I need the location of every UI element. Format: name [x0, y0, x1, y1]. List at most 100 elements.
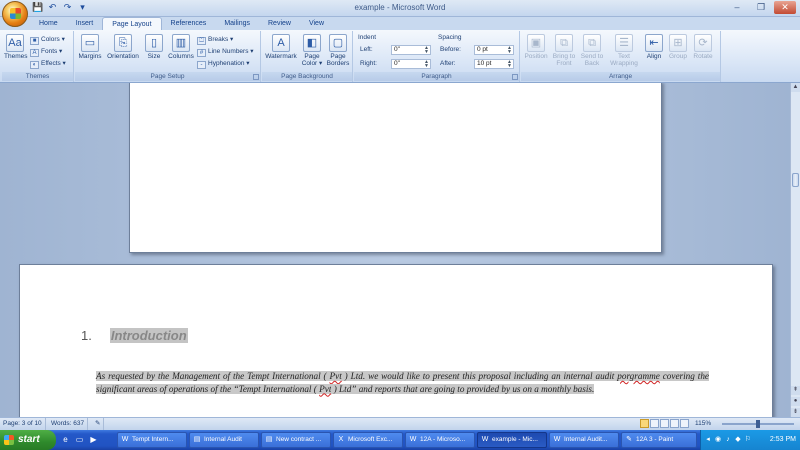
full-screen-reading-icon[interactable] [650, 419, 659, 428]
misspelled-word[interactable]: porgramme [617, 371, 660, 381]
rotate-button[interactable]: ⟳ Rotate [691, 34, 715, 60]
indent-left-input[interactable]: 0" ▲ ▼ [391, 45, 431, 55]
prev-page-icon[interactable]: ⇞ [791, 386, 800, 395]
network-icon[interactable]: ◉ [714, 435, 722, 444]
colors-button[interactable]: ■ Colors ▾ [30, 34, 65, 45]
word-count[interactable]: Words: 637 [48, 418, 89, 430]
taskbar-item[interactable]: ▤ New contract ... [261, 432, 331, 448]
document-area[interactable]: 1. Introduction As requested by the Mana… [0, 83, 790, 417]
fonts-button[interactable]: A Fonts ▾ [30, 46, 62, 57]
spin-arrows-icon[interactable]: ▲ ▼ [506, 60, 513, 69]
language-icon[interactable]: ⚐ [744, 435, 752, 444]
tab-review[interactable]: Review [259, 17, 300, 30]
watermark-button[interactable]: A Watermark [264, 34, 298, 60]
proofing-icon[interactable]: ✎ [92, 418, 105, 430]
folder-icon: ▤ [193, 436, 201, 443]
paragraph-launcher[interactable] [512, 74, 518, 80]
heading-text[interactable]: Introduction [109, 328, 188, 343]
taskbar-item-active[interactable]: Wexample - Mic... [477, 432, 547, 448]
tab-view[interactable]: View [300, 17, 333, 30]
ie-icon[interactable]: e [60, 434, 71, 445]
hyphenation-icon: - [197, 61, 206, 69]
taskbar-item-label: 12A 3 - Paint [636, 436, 674, 443]
draft-icon[interactable] [680, 419, 689, 428]
page-count[interactable]: Page: 3 of 10 [0, 418, 46, 430]
outline-icon[interactable] [670, 419, 679, 428]
page-current[interactable]: 1. Introduction As requested by the Mana… [19, 264, 773, 417]
show-desktop-icon[interactable]: ▭ [74, 434, 85, 445]
tab-home[interactable]: Home [30, 17, 67, 30]
spin-arrows-icon[interactable]: ▲ ▼ [423, 60, 430, 69]
print-layout-icon[interactable] [640, 419, 649, 428]
taskbar: start e ▭ ▶ W Tempt Intern... ▤ Internal A… [0, 430, 800, 450]
page-background-group-label: Page Background [262, 72, 352, 81]
columns-icon: ▥ [172, 34, 190, 52]
themes-button[interactable]: Aa Themes [4, 34, 27, 60]
page-background-group: A Watermark ◧ Page Color ▾ ▢ Page Borders P… [262, 31, 353, 82]
web-layout-icon[interactable] [660, 419, 669, 428]
page-previous[interactable] [129, 83, 662, 253]
spacing-after-value: 10 pt [477, 60, 492, 67]
misspelled-word[interactable]: Pvt [319, 383, 332, 394]
taskbar-item[interactable]: W Tempt Intern... [117, 432, 187, 448]
group-button[interactable]: ⊞ Group [667, 34, 689, 60]
columns-button[interactable]: ▥ Columns [167, 34, 195, 60]
spacing-after-input[interactable]: 10 pt ▲ ▼ [474, 59, 514, 69]
taskbar-item[interactable]: ✎ 12A 3 - Paint [621, 432, 697, 448]
taskbar-item[interactable]: W 12A - Microso... [405, 432, 475, 448]
position-button[interactable]: ▣ Position [523, 34, 549, 60]
tray-icon[interactable]: ◂ [704, 435, 712, 444]
tab-mailings[interactable]: Mailings [215, 17, 259, 30]
indent-right-input[interactable]: 0" ▲ ▼ [391, 59, 431, 69]
send-to-back-button[interactable]: ⧉ Send to Back [579, 34, 605, 67]
line-numbers-button[interactable]: # Line Numbers ▾ [197, 46, 254, 57]
start-button[interactable]: start [0, 430, 56, 450]
tab-insert[interactable]: Insert [67, 17, 103, 30]
spin-arrows-icon[interactable]: ▲ ▼ [423, 46, 430, 55]
misspelled-word[interactable]: Pvt [329, 371, 342, 381]
zoom-slider-thumb[interactable] [756, 420, 760, 428]
breaks-button[interactable]: ⏍ Breaks ▾ [197, 34, 233, 45]
zoom-level[interactable]: 115% [695, 418, 711, 430]
margins-button[interactable]: ▭ Margins [78, 34, 102, 60]
spin-arrows-icon[interactable]: ▲ ▼ [506, 46, 513, 55]
taskbar-item[interactable]: ▤ Internal Audit [189, 432, 259, 448]
restore-button[interactable]: ❐ [750, 1, 772, 14]
page-borders-button[interactable]: ▢ Page Borders [325, 34, 351, 67]
watermark-icon: A [272, 34, 290, 52]
body-paragraph[interactable]: As requested by the Management of the Te… [96, 370, 709, 395]
size-button[interactable]: ▯ Size [144, 34, 164, 60]
windows-flag-icon [4, 435, 14, 445]
next-page-icon[interactable]: ⇟ [791, 408, 800, 417]
effects-button[interactable]: ◐ Effects ▾ [30, 58, 66, 69]
close-button[interactable]: ✕ [774, 1, 796, 14]
section-heading[interactable]: 1. Introduction [81, 328, 188, 343]
send-to-back-icon: ⧉ [583, 34, 601, 52]
scroll-thumb[interactable] [792, 173, 799, 187]
text-wrapping-button[interactable]: ☰ Text Wrapping [609, 34, 639, 67]
taskbar-item[interactable]: W Internal Audit... [549, 432, 619, 448]
office-button[interactable] [2, 1, 28, 27]
tab-references[interactable]: References [162, 17, 216, 30]
spacing-before-value: 0 pt [477, 46, 488, 53]
indent-right-label: Right: [360, 60, 377, 67]
scroll-up-icon[interactable]: ▲ [791, 83, 800, 92]
minimize-button[interactable]: – [726, 1, 748, 14]
volume-icon[interactable]: ♪ [724, 435, 732, 444]
antivirus-icon[interactable]: ◆ [734, 435, 742, 444]
vertical-scrollbar[interactable]: ▲ ⇞ ● ⇟ [790, 83, 800, 417]
spacing-before-input[interactable]: 0 pt ▲ ▼ [474, 45, 514, 55]
browse-object-icon[interactable]: ● [791, 397, 800, 406]
tab-page-layout[interactable]: Page Layout [102, 17, 162, 30]
page-setup-launcher[interactable] [253, 74, 259, 80]
clock[interactable]: 2:53 PM [770, 430, 796, 450]
taskbar-item[interactable]: X Microsoft Exc... [333, 432, 403, 448]
hyphenation-button[interactable]: - Hyphenation ▾ [197, 58, 250, 69]
align-icon: ⇤ [645, 34, 663, 52]
orientation-button[interactable]: ⎘ Orientation [105, 34, 141, 60]
align-button[interactable]: ⇤ Align [643, 34, 665, 60]
media-player-icon[interactable]: ▶ [88, 434, 99, 445]
page-color-button[interactable]: ◧ Page Color ▾ [300, 34, 324, 67]
bring-to-front-button[interactable]: ⧉ Bring to Front [551, 34, 577, 67]
effects-icon: ◐ [30, 61, 39, 69]
